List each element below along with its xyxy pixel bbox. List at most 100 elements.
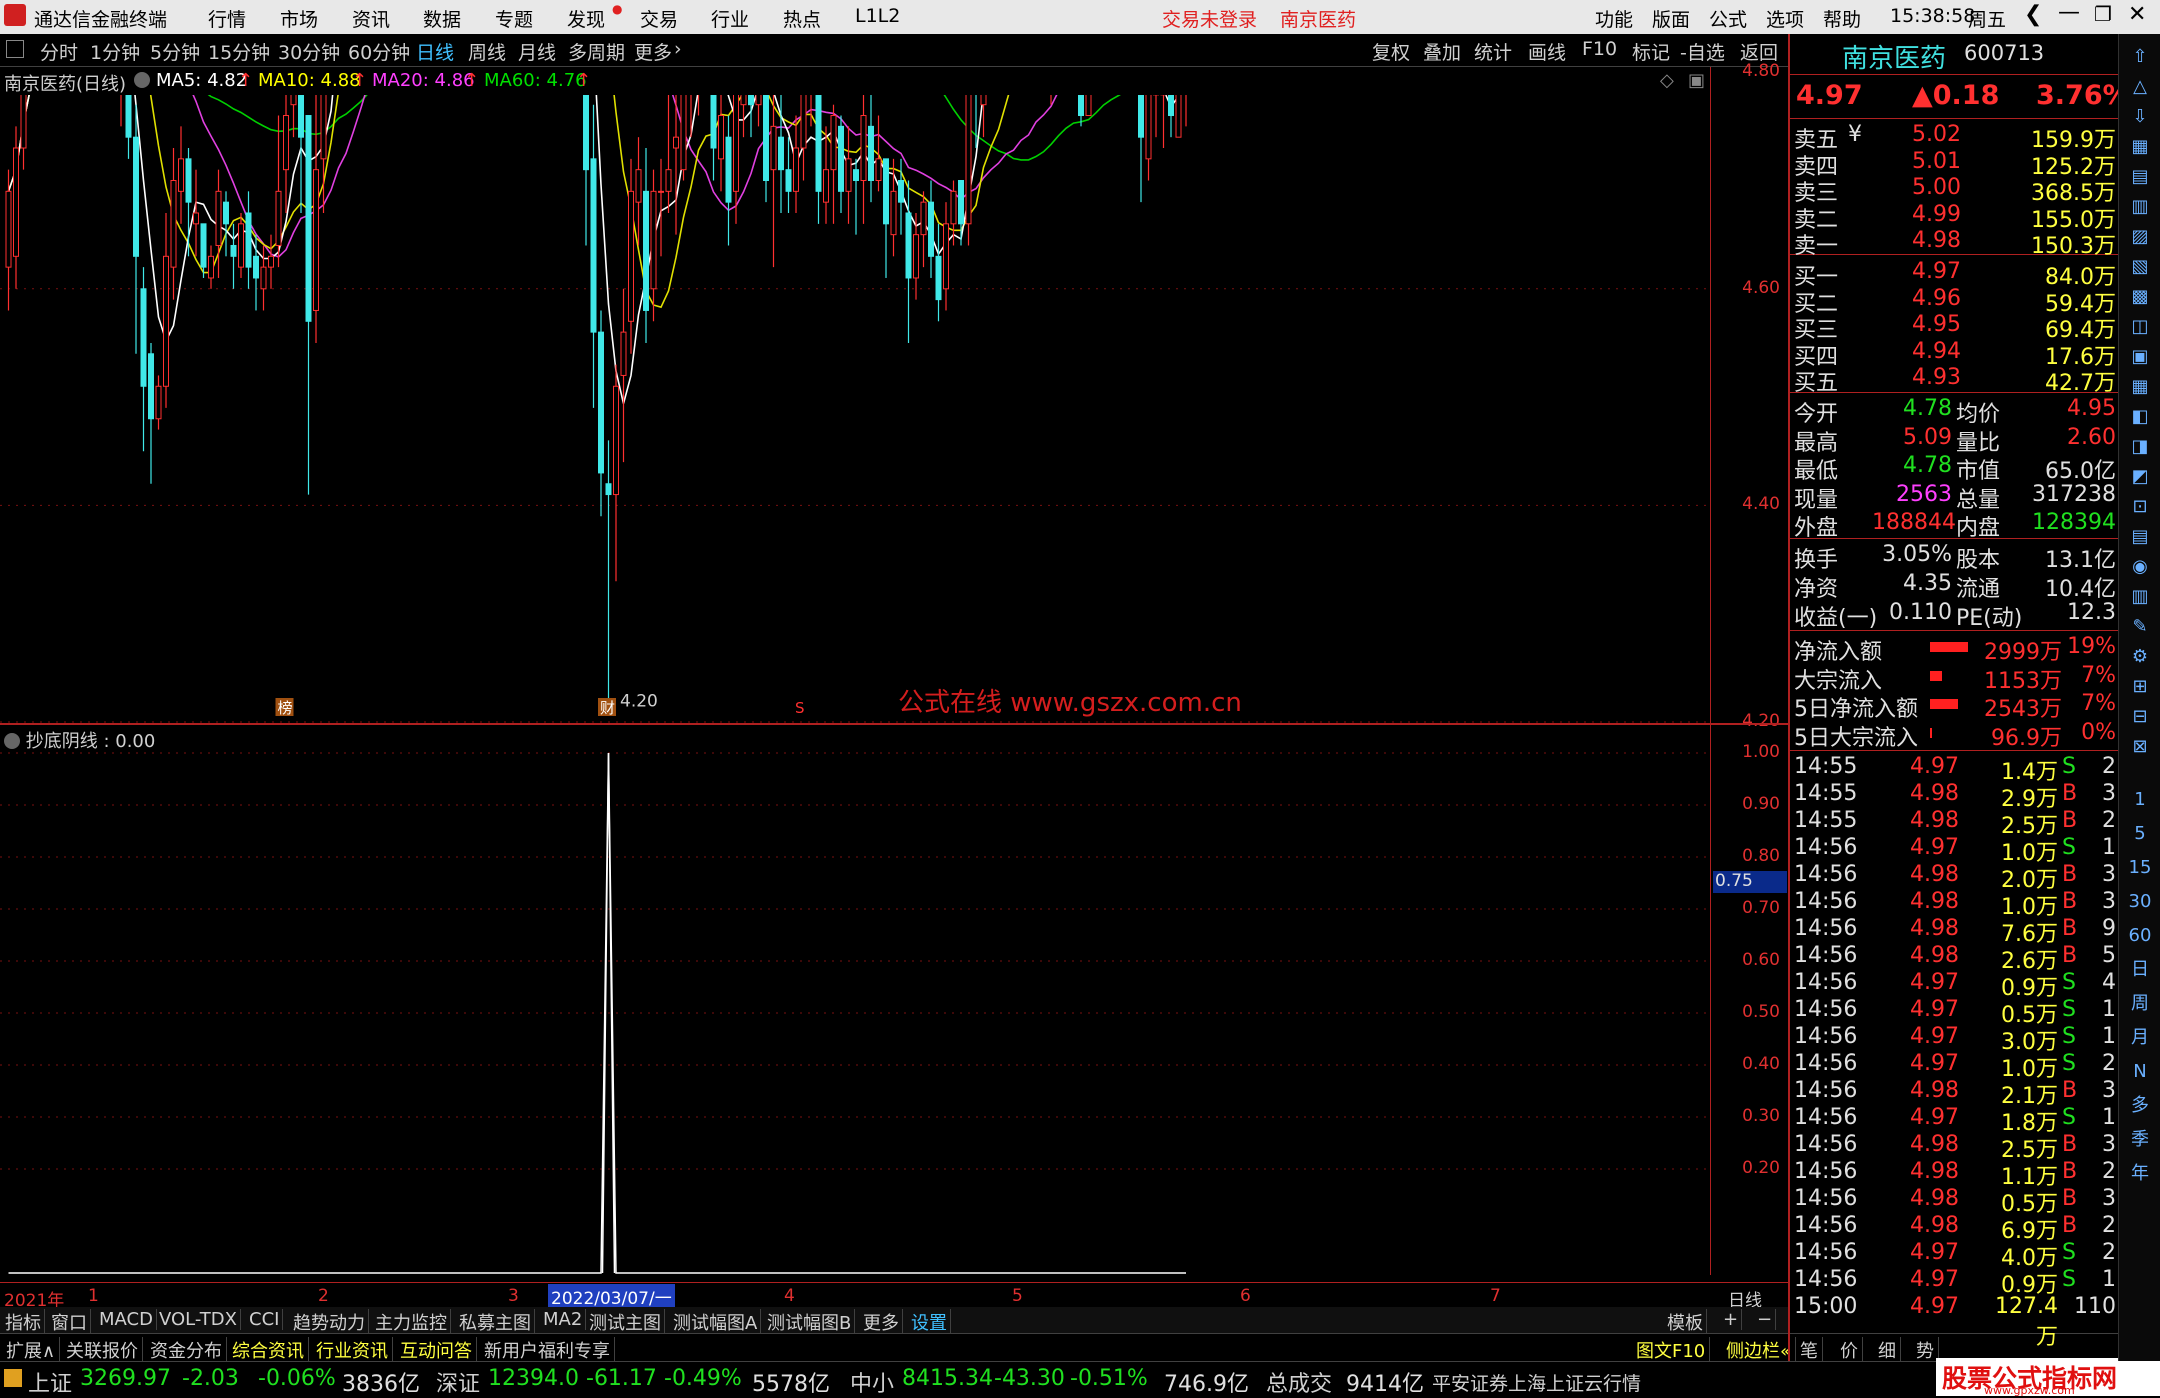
side-tool-icon[interactable]: ⊡ — [2127, 494, 2153, 520]
side-tool-icon[interactable]: ▩ — [2127, 284, 2153, 310]
side-tool-icon[interactable]: ▤ — [2127, 164, 2153, 190]
side-tool-icon[interactable]: ◫ — [2127, 314, 2153, 340]
side-period-9[interactable]: 多 — [2123, 1092, 2157, 1120]
menu-shichang[interactable]: 市场 — [280, 5, 318, 32]
action-f10[interactable]: F10 — [1582, 38, 1617, 60]
tab-industry-news[interactable]: 行业资讯 — [312, 1337, 393, 1363]
minimize-icon[interactable]: — — [2058, 0, 2080, 25]
restore-icon[interactable]: ❐ — [2094, 2, 2112, 26]
menu-banmian[interactable]: 版面 — [1652, 5, 1690, 32]
period-fenshi[interactable]: 分时 — [40, 38, 78, 65]
side-period-0[interactable]: 1 — [2123, 786, 2157, 814]
tab-news[interactable]: 综合资讯 — [228, 1337, 309, 1363]
side-tool-icon[interactable]: ▥ — [2127, 584, 2153, 610]
tab-qa[interactable]: 互动问答 — [396, 1337, 477, 1363]
diamond-icon[interactable]: ◇ — [1660, 70, 1674, 91]
side-period-10[interactable]: 季 — [2123, 1126, 2157, 1154]
side-tool-icon[interactable]: ⇧ — [2127, 44, 2153, 70]
tab-related-quotes[interactable]: 关联报价 — [62, 1337, 143, 1363]
period-60min[interactable]: 60分钟 — [348, 38, 410, 65]
action-diejia[interactable]: 叠加 — [1423, 38, 1461, 65]
tab-f10[interactable]: 图文F10 — [1632, 1337, 1711, 1363]
tab-more[interactable]: 更多 — [860, 1309, 903, 1335]
side-tool-icon[interactable]: ⇩ — [2127, 104, 2153, 130]
menu-bangzhu[interactable]: 帮助 — [1823, 5, 1861, 32]
side-tool-icon[interactable]: ▤ — [2127, 524, 2153, 550]
zx-label[interactable]: 中小 — [850, 1366, 894, 1398]
pane-add-button[interactable]: + — [1720, 1309, 1743, 1330]
period-15min[interactable]: 15分钟 — [208, 38, 270, 65]
menu-zixun[interactable]: 资讯 — [352, 5, 390, 32]
side-period-2[interactable]: 15 — [2123, 854, 2157, 882]
side-tool-icon[interactable]: ▥ — [2127, 194, 2153, 220]
tab-template[interactable]: 模板 — [1664, 1309, 1707, 1335]
login-status[interactable]: 交易未登录 — [1162, 5, 1257, 32]
indicator-chart[interactable] — [0, 725, 1710, 1275]
legend-toggle-icon[interactable] — [134, 72, 150, 88]
action-biaoji[interactable]: 标记 — [1632, 38, 1670, 65]
menu-gongshi[interactable]: 公式 — [1709, 5, 1747, 32]
menu-hangqing[interactable]: 行情 — [208, 5, 246, 32]
tab-qushi[interactable]: 趋势动力 — [290, 1309, 369, 1335]
sh-label[interactable]: 上证 — [28, 1366, 72, 1398]
period-week[interactable]: 周线 — [468, 38, 506, 65]
side-tool-icon[interactable]: ⚙ — [2127, 644, 2153, 670]
action-huaxian[interactable]: 画线 — [1528, 38, 1566, 65]
period-more[interactable]: 更多 — [634, 38, 672, 65]
tab-zhibiao[interactable]: 指标 — [2, 1309, 45, 1335]
side-period-4[interactable]: 60 — [2123, 922, 2157, 950]
side-period-3[interactable]: 30 — [2123, 888, 2157, 916]
period-multi[interactable]: 多周期 — [568, 38, 625, 65]
period-1min[interactable]: 1分钟 — [90, 38, 140, 65]
tab-macd[interactable]: MACD — [96, 1309, 157, 1330]
tab-ceshi-futu-a[interactable]: 测试幅图A — [670, 1309, 762, 1335]
side-period-5[interactable]: 日 — [2123, 956, 2157, 984]
side-tool-icon[interactable]: ⊠ — [2127, 734, 2153, 760]
side-period-7[interactable]: 月 — [2123, 1024, 2157, 1052]
tab-sidebar[interactable]: 侧边栏« — [1722, 1337, 1797, 1363]
tab-chuangkou[interactable]: 窗口 — [48, 1309, 91, 1335]
menu-jiaoyi[interactable]: 交易 — [640, 5, 678, 32]
menu-xuanxiang[interactable]: 选项 — [1766, 5, 1804, 32]
side-tool-icon[interactable]: ◨ — [2127, 434, 2153, 460]
side-period-8[interactable]: N — [2123, 1058, 2157, 1086]
period-30min[interactable]: 30分钟 — [278, 38, 340, 65]
status-menu-icon[interactable] — [4, 1369, 22, 1387]
back-arrow-icon[interactable]: ❮ — [2024, 2, 2042, 27]
side-tool-icon[interactable]: ▦ — [2127, 134, 2153, 160]
tab-simu[interactable]: 私募主图 — [456, 1309, 535, 1335]
menu-zhuanti[interactable]: 专题 — [495, 5, 533, 32]
side-period-6[interactable]: 周 — [2123, 990, 2157, 1018]
side-tool-icon[interactable]: ▨ — [2127, 224, 2153, 250]
tab-settings[interactable]: 设置 — [908, 1309, 951, 1335]
panel-close-icon[interactable]: ▣ — [1688, 70, 1705, 91]
tab-new-user[interactable]: 新用户福利专享 — [480, 1337, 615, 1363]
action-tongji[interactable]: 统计 — [1474, 38, 1512, 65]
tab-vol-tdx[interactable]: VOL-TDX — [156, 1309, 241, 1330]
side-tool-icon[interactable]: ⊟ — [2127, 704, 2153, 730]
sz-label[interactable]: 深证 — [436, 1366, 480, 1398]
side-tool-icon[interactable]: △ — [2127, 74, 2153, 100]
period-5min[interactable]: 5分钟 — [150, 38, 200, 65]
tab-ceshi-futu-b[interactable]: 测试幅图B — [764, 1309, 856, 1335]
tab-cci[interactable]: CCI — [246, 1309, 284, 1330]
period-month[interactable]: 月线 — [518, 38, 556, 65]
side-tool-icon[interactable]: ◧ — [2127, 404, 2153, 430]
menu-gongneng[interactable]: 功能 — [1595, 5, 1633, 32]
side-tool-icon[interactable]: ▣ — [2127, 344, 2153, 370]
side-tool-icon[interactable]: ✎ — [2127, 614, 2153, 640]
side-tool-icon[interactable]: ⊞ — [2127, 674, 2153, 700]
menu-hangye[interactable]: 行业 — [711, 5, 749, 32]
tab-fund-dist[interactable]: 资金分布 — [146, 1337, 227, 1363]
side-period-11[interactable]: 年 — [2123, 1160, 2157, 1188]
menu-l1l2[interactable]: L1L2 — [855, 5, 900, 27]
tab-ceshi-zhutu[interactable]: 测试主图 — [586, 1309, 665, 1335]
toggle-panel-icon[interactable] — [6, 40, 24, 58]
tab-ma2[interactable]: MA2 — [540, 1309, 587, 1330]
action-zixuan[interactable]: -自选 — [1680, 38, 1725, 65]
candlestick-chart[interactable]: 6.204.20榜财S — [0, 95, 1710, 723]
side-tool-icon[interactable]: ▦ — [2127, 374, 2153, 400]
tab-expand[interactable]: 扩展∧ — [2, 1337, 61, 1363]
menu-redian[interactable]: 热点 — [783, 5, 821, 32]
menu-faxian[interactable]: 发现 — [567, 5, 605, 32]
